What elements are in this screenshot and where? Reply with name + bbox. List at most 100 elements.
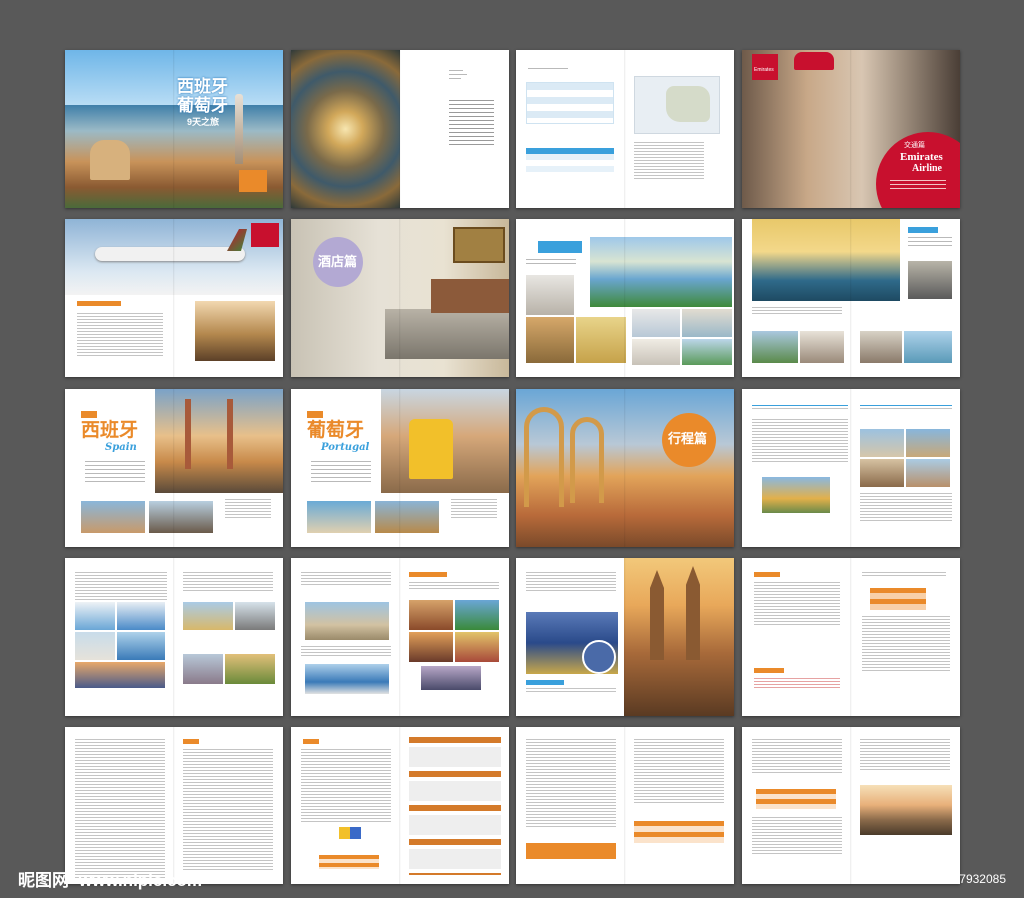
spread-terms-4[interactable] bbox=[742, 727, 960, 884]
spain-small-tag bbox=[81, 411, 97, 418]
spread-emirates-plane[interactable] bbox=[65, 219, 283, 377]
casa-batllo-circle bbox=[582, 640, 616, 674]
spread-sagrada[interactable] bbox=[516, 558, 734, 716]
spain-script: Spain bbox=[105, 442, 137, 453]
portugal-small-tag bbox=[307, 411, 323, 418]
terms2-right-boxes bbox=[409, 737, 501, 875]
notes-text-1 bbox=[754, 582, 840, 627]
hotel-badge-text: 酒店篇 bbox=[318, 255, 358, 270]
terms3-left bbox=[526, 739, 616, 829]
spread-notes-tables[interactable] bbox=[742, 558, 960, 716]
hotel-lobby-image bbox=[526, 317, 574, 363]
emirates-heading-line1: Emirates bbox=[900, 151, 943, 163]
notes-price-table bbox=[870, 588, 926, 610]
sagrada-blue-tag bbox=[526, 680, 564, 685]
spread-portugal[interactable]: 葡萄牙 Portugal bbox=[291, 389, 509, 547]
lisbon-tram bbox=[409, 419, 453, 479]
spread-itinerary-days[interactable] bbox=[742, 389, 960, 547]
spain-info bbox=[225, 499, 271, 520]
spread-emirates-crew[interactable]: Emirates 交通篇 Emirates Airline bbox=[742, 50, 960, 208]
sagrada-spire-1 bbox=[650, 570, 664, 660]
cabin-image bbox=[195, 301, 275, 361]
info-table-1 bbox=[526, 82, 614, 124]
plaza-arch-1 bbox=[524, 407, 564, 507]
terms1-right bbox=[183, 749, 273, 872]
day-text-2 bbox=[860, 493, 952, 523]
terms3-right bbox=[634, 739, 724, 805]
spread-hotel-collage[interactable] bbox=[516, 219, 734, 377]
hotel-pool-small-4 bbox=[682, 339, 732, 365]
contents-list bbox=[449, 70, 479, 82]
fountain-tower-2 bbox=[227, 399, 233, 469]
emirates-text bbox=[890, 180, 946, 192]
info-table-2 bbox=[526, 154, 614, 178]
portugal-text bbox=[311, 461, 371, 485]
cover-title-line2: 葡萄牙 bbox=[177, 96, 228, 115]
portugal-script: Portugal bbox=[321, 442, 370, 453]
terms3-orange-box bbox=[526, 843, 616, 859]
terms2-left bbox=[301, 749, 391, 824]
dp1-img-3 bbox=[75, 632, 115, 660]
courtyard-side-image bbox=[908, 261, 952, 299]
portugal-small-1 bbox=[307, 501, 371, 533]
courtyard-small-1 bbox=[752, 331, 798, 363]
terms3-table bbox=[634, 821, 724, 843]
hotel-painting bbox=[453, 227, 505, 263]
sagrada-spire-2 bbox=[686, 566, 700, 660]
day-header-1 bbox=[752, 405, 848, 411]
dp2-orange-tag bbox=[409, 572, 447, 577]
terms4-left bbox=[752, 739, 842, 775]
dp2-text-left bbox=[301, 572, 391, 587]
dp2-img-5 bbox=[409, 632, 453, 662]
dp1-img-5 bbox=[75, 662, 165, 688]
spread-day-photos-1[interactable] bbox=[65, 558, 283, 716]
dp2-img-7 bbox=[421, 666, 481, 690]
spread-day-photos-2[interactable] bbox=[291, 558, 509, 716]
spread-terms-3[interactable] bbox=[516, 727, 734, 884]
notes-right-heading bbox=[862, 572, 946, 578]
spread-spain[interactable]: 西班牙 Spain bbox=[65, 389, 283, 547]
plaza-arch-2 bbox=[570, 417, 604, 503]
contents-items bbox=[449, 100, 494, 148]
sagrada-familia-image bbox=[624, 558, 734, 716]
dp2-text-right bbox=[409, 582, 499, 591]
notes-orange-tag-2 bbox=[754, 668, 784, 673]
dp1-text-right bbox=[183, 572, 273, 593]
terms2-table bbox=[319, 855, 379, 869]
spain-text bbox=[85, 461, 145, 485]
plane-section-tag bbox=[77, 301, 121, 306]
spread-info-tables[interactable] bbox=[516, 50, 734, 208]
spread-itinerary[interactable]: 行程篇 bbox=[516, 389, 734, 547]
map-land bbox=[666, 86, 710, 122]
spread-hotel[interactable]: 酒店篇 bbox=[291, 219, 509, 377]
hotel-interior-image bbox=[526, 275, 574, 315]
barcelona-fountain-image bbox=[155, 389, 283, 493]
notes-text-2 bbox=[862, 616, 950, 673]
watermark-url[interactable]: www.nipic.com bbox=[79, 871, 202, 890]
dp2-text-mid bbox=[301, 646, 391, 658]
dp2-img-4 bbox=[455, 600, 499, 630]
emirates-heading-line2: Airline bbox=[912, 163, 942, 174]
portugal-title: 葡萄牙 bbox=[307, 420, 365, 441]
spread-contents[interactable] bbox=[291, 50, 509, 208]
dp2-img-3 bbox=[409, 600, 453, 630]
terms4-right bbox=[860, 739, 950, 772]
emirates-logo-box-2 bbox=[251, 223, 279, 247]
dp2-img-2 bbox=[305, 664, 389, 694]
watermark-id: ID:12637267 NO:20190329131057932085 bbox=[779, 872, 1006, 886]
hotel-bed bbox=[385, 309, 509, 359]
cover-sky-image bbox=[65, 50, 283, 110]
spread-terms-2[interactable] bbox=[291, 727, 509, 884]
courtyard-image bbox=[752, 219, 900, 301]
spread-terms-1[interactable] bbox=[65, 727, 283, 884]
itin-small-3 bbox=[860, 459, 904, 487]
watermark-logo: 昵图网 www.nipic.com bbox=[18, 866, 202, 891]
spread-cover[interactable]: 西班牙 葡萄牙 9天之旅 bbox=[65, 50, 283, 208]
courtyard-small-3 bbox=[860, 331, 902, 363]
terms1-left bbox=[75, 739, 165, 880]
dp1-img-4 bbox=[117, 632, 165, 660]
spread-hotel-courtyard[interactable] bbox=[742, 219, 960, 377]
terms4-table bbox=[756, 789, 836, 809]
spain-small-1 bbox=[81, 501, 145, 533]
portugal-small-2 bbox=[375, 501, 439, 533]
